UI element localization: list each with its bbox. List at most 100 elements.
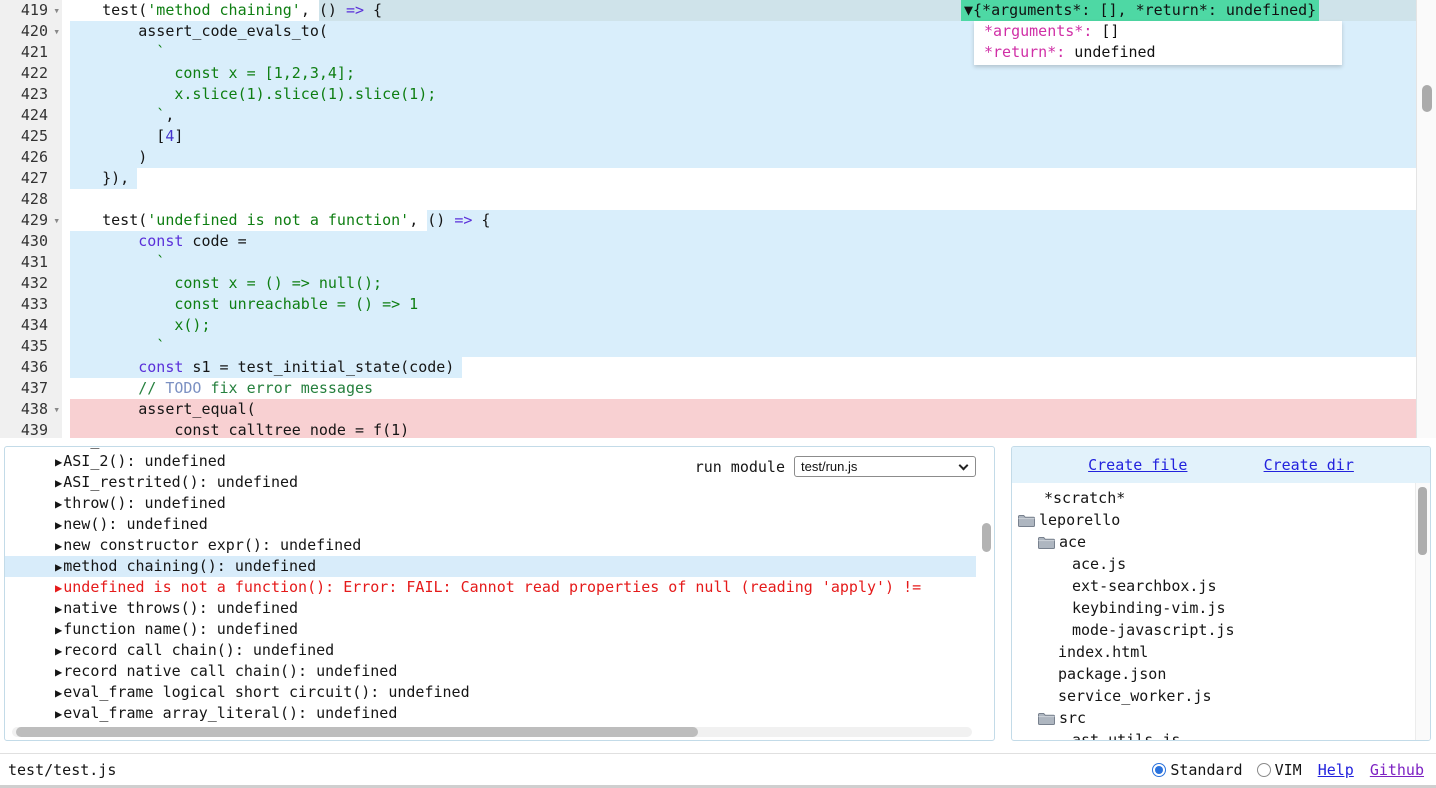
help-link[interactable]: Help [1318,761,1354,779]
expand-arrow-icon[interactable]: ▶ [55,447,62,448]
expand-arrow-icon[interactable]: ▶ [55,560,62,574]
file-tree-scrollbar-thumb[interactable] [1418,487,1427,555]
call-result-item[interactable]: ▶method chaining(): undefined [5,556,976,577]
call-result-item[interactable]: ▶throw(): undefined [5,493,976,514]
expand-arrow-icon[interactable]: ▶ [55,581,62,595]
expand-arrow-icon[interactable]: ▶ [55,455,62,469]
line-number[interactable]: 434 [0,315,62,336]
expand-arrow-icon[interactable]: ▶ [55,707,62,721]
code-line[interactable]: 437 // TODO fix error messages [0,378,1436,399]
expand-arrow-icon[interactable]: ▶ [55,686,62,700]
line-number[interactable]: 435 [0,336,62,357]
expand-arrow-icon[interactable]: ▶ [55,497,62,511]
line-number[interactable]: 438▾ [0,399,62,420]
code-line[interactable]: 431 ` [0,252,1436,273]
code-line[interactable]: 428 [0,189,1436,210]
file-tree-file[interactable]: ext-searchbox.js [1012,575,1430,597]
expand-arrow-icon[interactable]: ▶ [55,476,62,490]
line-number[interactable]: 429▾ [0,210,62,231]
expand-arrow-icon[interactable]: ▶ [55,602,62,616]
call-result-item[interactable]: ▶undefined is not a function(): Error: F… [5,577,976,598]
results-horizontal-scrollbar-thumb[interactable] [16,727,698,737]
fold-arrow-icon[interactable]: ▾ [53,210,60,231]
github-link[interactable]: Github [1370,761,1424,779]
expand-arrow-icon[interactable]: ▶ [55,518,62,532]
code-line[interactable]: 424 `, [0,105,1436,126]
call-result-item[interactable]: ▶function name(): undefined [5,619,976,640]
fold-arrow-icon[interactable]: ▾ [53,0,60,21]
radio-button[interactable] [1152,763,1166,777]
call-result-item[interactable]: ▶native throws(): undefined [5,598,976,619]
code-line[interactable]: 426 ) [0,147,1436,168]
file-tree-file[interactable]: package.json [1012,663,1430,685]
line-number[interactable]: 425 [0,126,62,147]
expand-arrow-icon[interactable]: ▶ [55,644,62,658]
line-number[interactable]: 428 [0,189,62,210]
file-tree-folder[interactable]: src [1012,707,1430,729]
code-line[interactable]: 427 }), [0,168,1436,189]
code-line[interactable]: 434 x(); [0,315,1436,336]
line-number[interactable]: 431 [0,252,62,273]
code-line[interactable]: 432 const x = () => null(); [0,273,1436,294]
file-tree-file[interactable]: ace.js [1012,553,1430,575]
line-number[interactable]: 422 [0,63,62,84]
file-tree-file[interactable]: *scratch* [1012,487,1430,509]
line-number[interactable]: 420▾ [0,21,62,42]
line-number[interactable]: 426 [0,147,62,168]
file-tree-file[interactable]: ast_utils.js [1012,729,1430,741]
code-line[interactable]: 425 [4] [0,126,1436,147]
call-result-item[interactable]: ▶eval_frame logical short circuit(): und… [5,682,976,703]
editor-vertical-scrollbar[interactable] [1416,0,1436,438]
line-number[interactable]: 437 [0,378,62,399]
expand-arrow-icon[interactable]: ▶ [55,539,62,553]
code-line[interactable]: 433 const unreachable = () => 1 [0,294,1436,315]
keybinding-option-vim[interactable]: VIM [1257,761,1302,779]
file-tree-folder[interactable]: ace [1012,531,1430,553]
create-dir-button[interactable]: Create dir [1264,456,1354,474]
line-number[interactable]: 424 [0,105,62,126]
call-result-item[interactable]: ▶new constructor expr(): undefined [5,535,976,556]
radio-button[interactable] [1257,763,1271,777]
run-module-control: run module test/run.js [695,456,976,477]
run-module-select[interactable]: test/run.js [794,456,976,477]
keybinding-option-standard[interactable]: Standard [1152,761,1242,779]
line-number[interactable]: 433 [0,294,62,315]
results-vertical-scrollbar-thumb[interactable] [982,523,991,552]
expand-arrow-icon[interactable]: ▶ [55,665,62,679]
inspector-entry[interactable]: *return*: undefined [974,42,1342,63]
create-file-button[interactable]: Create file [1088,456,1187,474]
value-inspector-header[interactable]: ▼{*arguments*: [], *return*: undefined} [961,0,1319,21]
code-line[interactable]: 436 const s1 = test_initial_state(code) [0,357,1436,378]
fold-arrow-icon[interactable]: ▾ [53,399,60,420]
call-result-item[interactable]: ▶record call chain(): undefined [5,640,976,661]
file-tree-file[interactable]: mode-javascript.js [1012,619,1430,641]
fold-arrow-icon[interactable]: ▾ [53,21,60,42]
expand-arrow-icon[interactable]: ▶ [55,623,62,637]
call-result-item[interactable]: ▶new(): undefined [5,514,976,535]
editor-scrollbar-thumb[interactable] [1422,85,1432,112]
file-tree-file[interactable]: keybinding-vim.js [1012,597,1430,619]
code-line[interactable]: 438▾ assert_equal( [0,399,1436,420]
file-tree-file[interactable]: service_worker.js [1012,685,1430,707]
line-number[interactable]: 421 [0,42,62,63]
line-number-text: 429 [21,210,48,231]
line-number[interactable]: 432 [0,273,62,294]
file-tree-folder[interactable]: leporello [1012,509,1430,531]
line-number[interactable]: 427 [0,168,62,189]
line-number[interactable]: 436 [0,357,62,378]
code-line[interactable]: 422 const x = [1,2,3,4]; [0,63,1436,84]
results-horizontal-scrollbar[interactable] [12,727,972,737]
code-line[interactable]: 430 const code = [0,231,1436,252]
code-line[interactable]: 429▾ test('undefined is not a function',… [0,210,1436,231]
inspector-entry[interactable]: *arguments*: [] [974,21,1342,42]
code-line[interactable]: 423 x.slice(1).slice(1).slice(1); [0,84,1436,105]
code-line[interactable]: 435 ` [0,336,1436,357]
call-result-item[interactable]: ▶record native call chain(): undefined [5,661,976,682]
line-number[interactable]: 419▾ [0,0,62,21]
code-line[interactable]: 439 const calltree_node = f(1) [0,420,1436,438]
call-result-item[interactable]: ▶eval_frame array_literal(): undefined [5,703,976,724]
line-number[interactable]: 430 [0,231,62,252]
line-number[interactable]: 423 [0,84,62,105]
line-number[interactable]: 439 [0,420,62,438]
file-tree-file[interactable]: index.html [1012,641,1430,663]
